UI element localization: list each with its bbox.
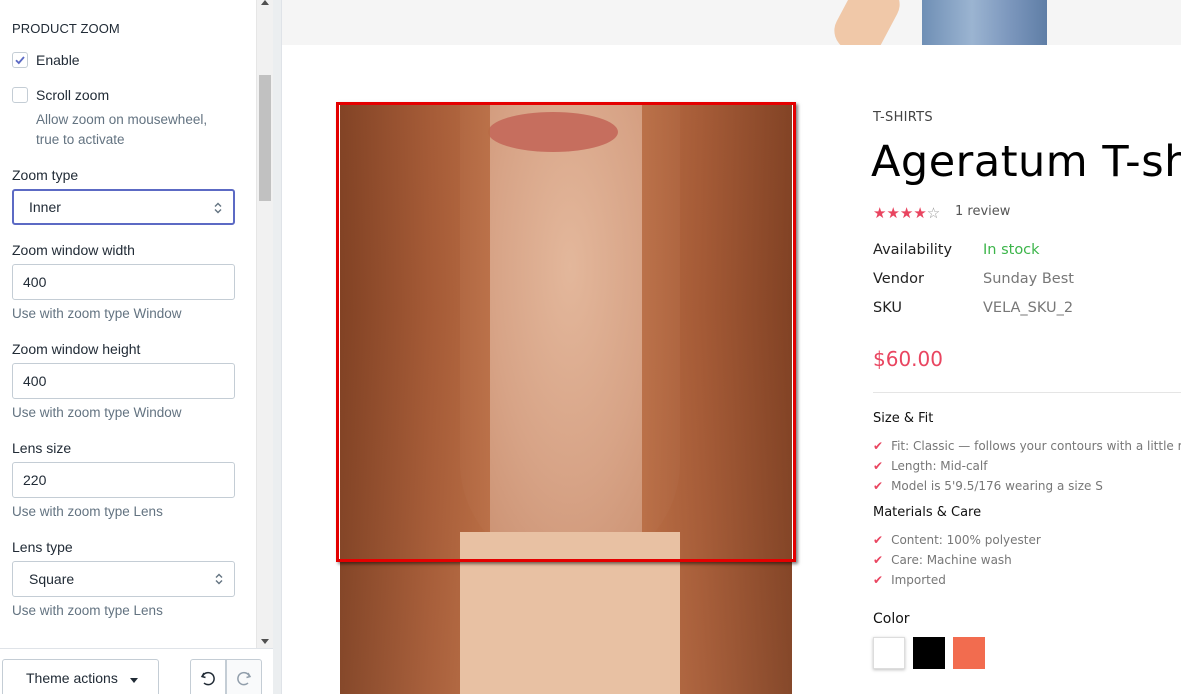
undo-button[interactable] [190, 659, 226, 694]
size-fit-heading: Size & Fit [873, 411, 934, 426]
scroll-zoom-checkbox-row[interactable]: Scroll zoom [12, 87, 109, 103]
size-fit-item: ✔ Length: Mid-calf [873, 459, 988, 473]
size-fit-item: ✔ Model is 5'9.5/176 wearing a size S [873, 479, 1103, 493]
scroll-down-arrow-icon[interactable] [261, 639, 269, 644]
zoom-type-label: Zoom type [12, 167, 79, 183]
scroll-zoom-hint-line1: Allow zoom on mousewheel, [36, 112, 208, 127]
theme-actions-label: Theme actions [26, 670, 118, 686]
color-swatch-white[interactable] [873, 637, 905, 669]
banner-image [282, 0, 1181, 45]
availability-value: In stock [983, 242, 1040, 258]
vendor-label: Vendor [873, 271, 924, 287]
product-title: Ageratum T-sh [871, 137, 1181, 187]
lens-size-hint: Use with zoom type Lens [12, 504, 163, 519]
zoom-window-width-hint: Use with zoom type Window [12, 306, 182, 321]
theme-actions-button[interactable]: Theme actions [2, 659, 159, 694]
zoom-window-height-label: Zoom window height [12, 341, 141, 357]
check-icon: ✔ [873, 533, 884, 547]
availability-label: Availability [873, 242, 953, 258]
check-icon: ✔ [873, 573, 884, 587]
storefront-preview: T-SHIRTS Ageratum T-sh ★★★★☆ 1 review Av… [281, 0, 1181, 694]
check-icon: ✔ [873, 553, 884, 567]
vendor-value[interactable]: Sunday Best [983, 271, 1074, 287]
caret-down-icon [130, 678, 138, 683]
section-title: PRODUCT ZOOM [12, 21, 120, 36]
lens-type-value: Square [29, 571, 75, 587]
zoom-window-height-input[interactable]: 400 [12, 363, 235, 399]
enable-checkbox[interactable] [12, 52, 28, 68]
materials-item: ✔ Care: Machine wash [873, 553, 1012, 567]
undo-icon [200, 671, 215, 686]
product-price: $60.00 [873, 347, 943, 371]
enable-label: Enable [36, 52, 80, 68]
rating-filled-stars: ★★★★ [873, 205, 927, 222]
price-divider [873, 392, 1181, 393]
enable-checkbox-row[interactable]: Enable [12, 52, 80, 68]
materials-heading: Materials & Care [873, 505, 982, 520]
color-swatch-black[interactable] [913, 637, 945, 669]
zoom-type-select[interactable]: Inner [12, 189, 235, 225]
select-caret-icon [215, 573, 223, 585]
scroll-zoom-hint-line2: true to activate [36, 132, 125, 147]
sku-label: SKU [873, 300, 902, 316]
lens-type-select[interactable]: Square [12, 561, 235, 597]
zoom-window-height-hint: Use with zoom type Window [12, 405, 182, 420]
checkmark-icon [15, 56, 25, 65]
review-count-link[interactable]: 1 review [955, 204, 1010, 219]
rating-empty-star: ☆ [926, 205, 941, 222]
zoom-type-value: Inner [29, 199, 61, 215]
panel-footer: Theme actions [0, 648, 273, 694]
check-icon: ✔ [873, 459, 884, 473]
scroll-up-arrow-icon[interactable] [261, 0, 269, 5]
scroll-zoom-label: Scroll zoom [36, 87, 110, 103]
scroll-zoom-checkbox[interactable] [12, 87, 28, 103]
product-category[interactable]: T-SHIRTS [873, 110, 933, 125]
check-icon: ✔ [873, 479, 884, 493]
lens-type-hint: Use with zoom type Lens [12, 603, 163, 618]
select-caret-icon [214, 202, 222, 214]
lens-size-label: Lens size [12, 440, 72, 456]
sku-value: VELA_SKU_2 [983, 300, 1074, 316]
redo-icon [237, 671, 252, 686]
lens-size-input[interactable]: 220 [12, 462, 235, 498]
model-jeans-shape [922, 0, 1047, 45]
model-arm-shape [827, 0, 907, 45]
color-label: Color [873, 611, 910, 627]
settings-scrollbar[interactable] [256, 0, 273, 648]
check-icon: ✔ [873, 439, 884, 453]
scroll-thumb[interactable] [259, 75, 271, 201]
materials-item: ✔ Content: 100% polyester [873, 533, 1041, 547]
lens-type-label: Lens type [12, 539, 73, 555]
materials-item: ✔ Imported [873, 573, 946, 587]
zoom-window-width-input[interactable]: 400 [12, 264, 235, 300]
zoom-window-frame [336, 102, 796, 562]
redo-button[interactable] [226, 659, 262, 694]
settings-panel: PRODUCT ZOOM Enable Scroll zoom Allow zo… [0, 0, 256, 694]
color-swatch-coral[interactable] [953, 637, 985, 669]
rating-stars: ★★★★☆ [873, 204, 940, 222]
size-fit-item: ✔ Fit: Classic — follows your contours wi… [873, 439, 1181, 453]
zoom-window-width-label: Zoom window width [12, 242, 135, 258]
